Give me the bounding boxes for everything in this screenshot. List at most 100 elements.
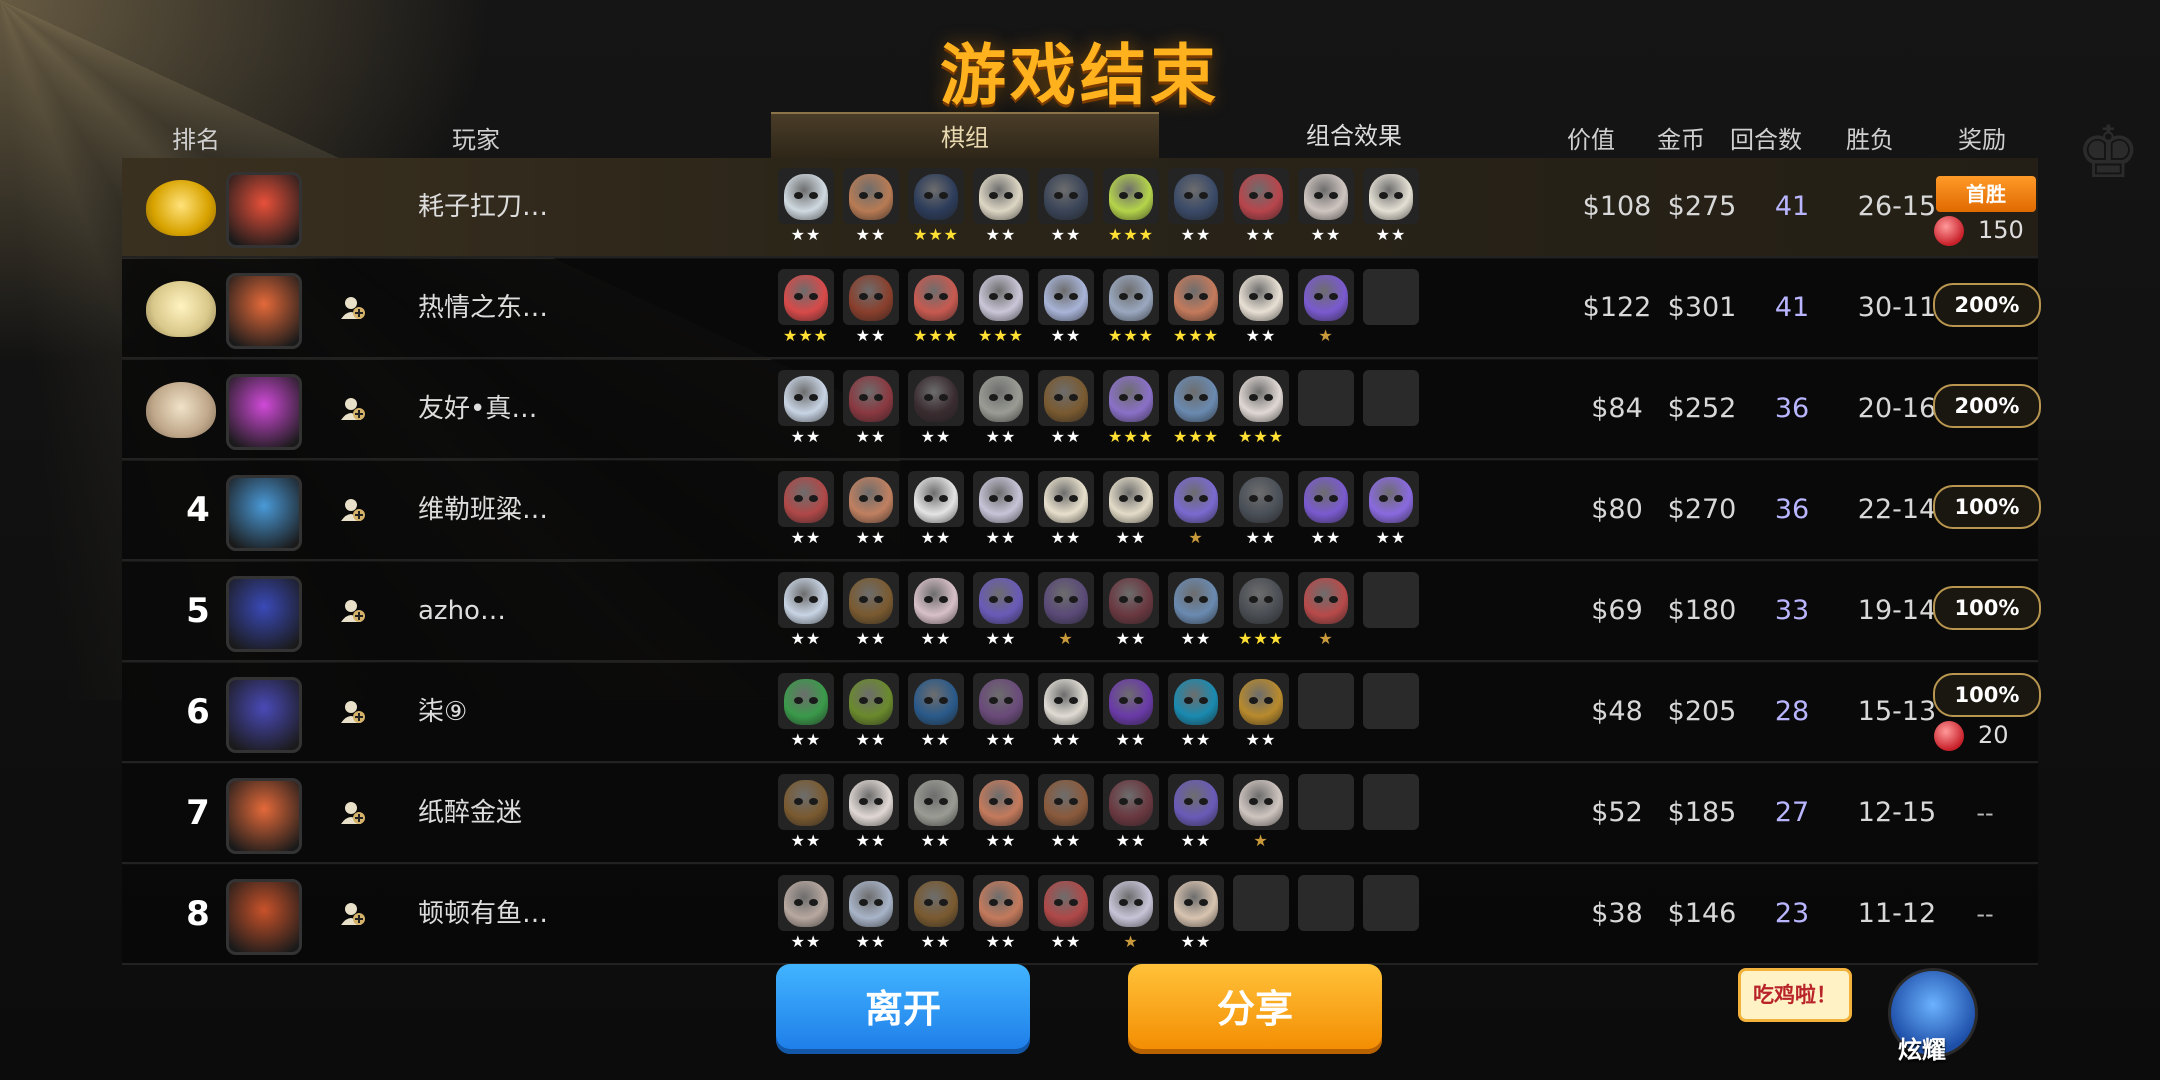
unit-portrait[interactable]: ★★★ bbox=[1103, 168, 1159, 246]
player-avatar[interactable] bbox=[226, 576, 302, 652]
unit-portrait[interactable]: ★★ bbox=[908, 875, 964, 953]
tab-lineup[interactable]: 棋组 bbox=[771, 112, 1159, 162]
table-row[interactable]: 8 顿顿有鱼… ★★ ★★ ★★ ★★ ★★ ★ ★★ $38 $146 23 11-12 -- bbox=[122, 865, 2038, 965]
unit-portrait[interactable]: ★★ bbox=[1233, 673, 1289, 751]
unit-portrait[interactable]: ★ bbox=[1168, 471, 1224, 549]
unit-portrait[interactable]: ★★★ bbox=[1103, 269, 1159, 347]
unit-portrait[interactable]: ★★★ bbox=[1233, 370, 1289, 448]
unit-portrait[interactable]: ★★ bbox=[778, 168, 834, 246]
table-row[interactable]: 7 纸醉金迷 ★★ ★★ ★★ ★★ ★★ ★★ ★★ ★ $52 $185 27 12-15 -- bbox=[122, 764, 2038, 864]
unit-portrait[interactable]: ★★★ bbox=[1103, 370, 1159, 448]
add-friend-icon[interactable] bbox=[340, 800, 366, 826]
player-name[interactable]: 耗子扛刀… bbox=[418, 158, 548, 256]
unit-portrait[interactable]: ★★ bbox=[1103, 673, 1159, 751]
unit-portrait[interactable]: ★★ bbox=[1168, 673, 1224, 751]
unit-portrait[interactable]: ★★ bbox=[1038, 774, 1094, 852]
player-avatar[interactable] bbox=[226, 374, 302, 450]
unit-portrait[interactable]: ★★ bbox=[778, 471, 834, 549]
add-friend-icon[interactable] bbox=[340, 598, 366, 624]
player-name[interactable]: 友好•真… bbox=[418, 360, 537, 458]
add-friend-icon[interactable] bbox=[340, 295, 366, 321]
add-friend-icon[interactable] bbox=[340, 497, 366, 523]
unit-portrait[interactable]: ★ bbox=[1103, 875, 1159, 953]
player-avatar[interactable] bbox=[226, 879, 302, 955]
unit-portrait[interactable]: ★★ bbox=[778, 673, 834, 751]
table-row[interactable]: 6 柒⑨ ★★ ★★ ★★ ★★ ★★ ★★ ★★ ★★ $48 $205 28 15-13 100% 20 bbox=[122, 663, 2041, 763]
unit-portrait[interactable]: ★★★ bbox=[1233, 572, 1289, 650]
add-friend-icon[interactable] bbox=[340, 699, 366, 725]
unit-portrait[interactable]: ★★ bbox=[973, 370, 1029, 448]
table-row[interactable]: 友好•真… ★★ ★★ ★★ ★★ ★★ ★★★ ★★★ ★★★ $84 $252 36 20-16 20… bbox=[122, 360, 2041, 460]
player-name[interactable]: 维勒班粱… bbox=[418, 461, 548, 559]
unit-portrait[interactable]: ★ bbox=[1233, 774, 1289, 852]
unit-portrait[interactable]: ★★ bbox=[843, 269, 899, 347]
tab-synergy[interactable]: 组合效果 bbox=[1160, 112, 1548, 160]
unit-portrait[interactable]: ★★ bbox=[778, 572, 834, 650]
unit-portrait[interactable]: ★★ bbox=[1038, 168, 1094, 246]
unit-portrait[interactable]: ★★ bbox=[973, 168, 1029, 246]
player-avatar[interactable] bbox=[226, 273, 302, 349]
unit-portrait[interactable]: ★ bbox=[1298, 269, 1354, 347]
unit-portrait[interactable]: ★ bbox=[1298, 572, 1354, 650]
unit-portrait[interactable]: ★★ bbox=[1168, 572, 1224, 650]
add-friend-icon[interactable] bbox=[340, 901, 366, 927]
unit-portrait[interactable]: ★★ bbox=[1038, 673, 1094, 751]
unit-portrait[interactable]: ★★ bbox=[843, 875, 899, 953]
player-name[interactable]: 热情之东… bbox=[418, 259, 548, 357]
unit-portrait[interactable]: ★★ bbox=[778, 774, 834, 852]
unit-portrait[interactable]: ★★ bbox=[843, 370, 899, 448]
unit-portrait[interactable]: ★★ bbox=[1168, 774, 1224, 852]
unit-portrait[interactable]: ★★ bbox=[1038, 875, 1094, 953]
unit-portrait[interactable]: ★★ bbox=[1298, 471, 1354, 549]
unit-portrait[interactable]: ★★ bbox=[1103, 471, 1159, 549]
player-avatar[interactable] bbox=[226, 677, 302, 753]
unit-portrait[interactable]: ★★★ bbox=[908, 269, 964, 347]
unit-portrait[interactable]: ★★ bbox=[973, 673, 1029, 751]
unit-portrait[interactable]: ★★★ bbox=[1168, 269, 1224, 347]
unit-portrait[interactable]: ★★ bbox=[1038, 370, 1094, 448]
table-row[interactable]: 4 维勒班粱… ★★ ★★ ★★ ★★ ★★ ★★ ★ ★★ ★★ ★★ $80 $270 36 22-14 1… bbox=[122, 461, 2041, 561]
unit-portrait[interactable]: ★★ bbox=[1233, 168, 1289, 246]
unit-portrait[interactable]: ★★ bbox=[843, 168, 899, 246]
unit-portrait[interactable]: ★★ bbox=[778, 875, 834, 953]
table-row[interactable]: 热情之东… ★★★ ★★ ★★★ ★★★ ★★ ★★★ ★★★ ★★ ★ $122 $301 41 30-… bbox=[122, 259, 2041, 359]
unit-portrait[interactable]: ★★ bbox=[1298, 168, 1354, 246]
unit-portrait[interactable]: ★★ bbox=[908, 774, 964, 852]
unit-portrait[interactable]: ★★ bbox=[843, 673, 899, 751]
unit-portrait[interactable]: ★★ bbox=[1363, 168, 1419, 246]
unit-portrait[interactable]: ★ bbox=[1038, 572, 1094, 650]
unit-portrait[interactable]: ★★ bbox=[973, 875, 1029, 953]
leave-button[interactable]: 离开 bbox=[776, 964, 1030, 1054]
add-friend-icon[interactable] bbox=[340, 396, 366, 422]
unit-portrait[interactable]: ★★ bbox=[843, 774, 899, 852]
unit-portrait[interactable]: ★★ bbox=[973, 471, 1029, 549]
unit-portrait[interactable]: ★★★ bbox=[778, 269, 834, 347]
unit-portrait[interactable]: ★★ bbox=[908, 471, 964, 549]
unit-portrait[interactable]: ★★ bbox=[1233, 269, 1289, 347]
unit-portrait[interactable]: ★★ bbox=[1103, 774, 1159, 852]
unit-portrait[interactable]: ★★★ bbox=[908, 168, 964, 246]
unit-portrait[interactable]: ★★ bbox=[843, 572, 899, 650]
player-avatar[interactable] bbox=[226, 172, 302, 248]
player-name[interactable]: 顿顿有鱼… bbox=[418, 865, 548, 963]
table-row[interactable]: 5 azho… ★★ ★★ ★★ ★★ ★ ★★ ★★ ★★★ ★ $69 $180 33 19-14 100… bbox=[122, 562, 2041, 662]
unit-portrait[interactable]: ★★ bbox=[1168, 168, 1224, 246]
unit-portrait[interactable]: ★★ bbox=[908, 572, 964, 650]
unit-portrait[interactable]: ★★ bbox=[1038, 269, 1094, 347]
unit-portrait[interactable]: ★★ bbox=[908, 673, 964, 751]
unit-portrait[interactable]: ★★ bbox=[973, 572, 1029, 650]
player-avatar[interactable] bbox=[226, 778, 302, 854]
player-name[interactable]: azho… bbox=[418, 562, 506, 660]
unit-portrait[interactable]: ★★★ bbox=[973, 269, 1029, 347]
share-button[interactable]: 分享 bbox=[1128, 964, 1382, 1054]
unit-portrait[interactable]: ★★ bbox=[1168, 875, 1224, 953]
unit-portrait[interactable]: ★★ bbox=[908, 370, 964, 448]
unit-portrait[interactable]: ★★ bbox=[843, 471, 899, 549]
table-row[interactable]: 耗子扛刀… ★★ ★★ ★★★ ★★ ★★ ★★★ ★★ ★★ ★★ ★★ $108 $275 41 26-… bbox=[122, 158, 2038, 258]
player-name[interactable]: 柒⑨ bbox=[418, 663, 467, 761]
brag-label[interactable]: 炫耀 bbox=[1898, 1030, 1946, 1065]
unit-portrait[interactable]: ★★★ bbox=[1168, 370, 1224, 448]
unit-portrait[interactable]: ★★ bbox=[1363, 471, 1419, 549]
unit-portrait[interactable]: ★★ bbox=[973, 774, 1029, 852]
unit-portrait[interactable]: ★★ bbox=[1233, 471, 1289, 549]
